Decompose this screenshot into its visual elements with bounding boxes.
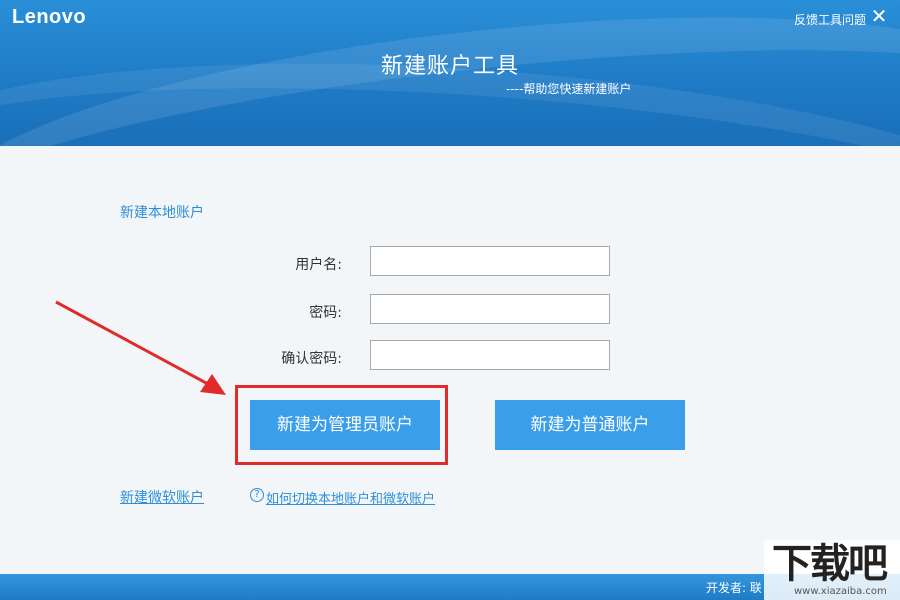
password-input[interactable] [370,294,610,324]
password-label: 密码: [309,305,342,321]
create-admin-button[interactable]: 新建为管理员账户 [250,400,440,450]
confirm-password-input[interactable] [370,340,610,370]
app-subtitle: ----帮助您快速新建账户 [506,82,632,96]
lenovo-logo: Lenovo [12,6,87,28]
help-icon: ? [250,488,264,502]
developer-text: 开发者: 联 [706,581,762,595]
header-banner: Lenovo 反馈工具问题 ✕ 新建账户工具 ----帮助您快速新建账户 [0,0,900,146]
app-title: 新建账户工具 [380,54,519,79]
feedback-link[interactable]: 反馈工具问题 [794,11,866,28]
watermark: 下载吧 www.xiazaiba.com [764,540,900,600]
switch-account-help-link[interactable]: 如何切换本地账户和微软账户 [266,488,435,507]
arrow-shaft [55,300,209,386]
watermark-text: 下载吧 [772,541,888,587]
confirm-password-label: 确认密码: [281,351,342,367]
section-title: 新建本地账户 [120,205,204,221]
create-standard-button[interactable]: 新建为普通账户 [495,400,685,450]
username-label: 用户名: [295,257,342,273]
watermark-url: www.xiazaiba.com [794,586,887,597]
username-input[interactable] [370,246,610,276]
close-icon[interactable]: ✕ [868,5,890,27]
arrow-head [200,374,226,395]
create-microsoft-account-link[interactable]: 新建微软账户 [120,487,204,507]
